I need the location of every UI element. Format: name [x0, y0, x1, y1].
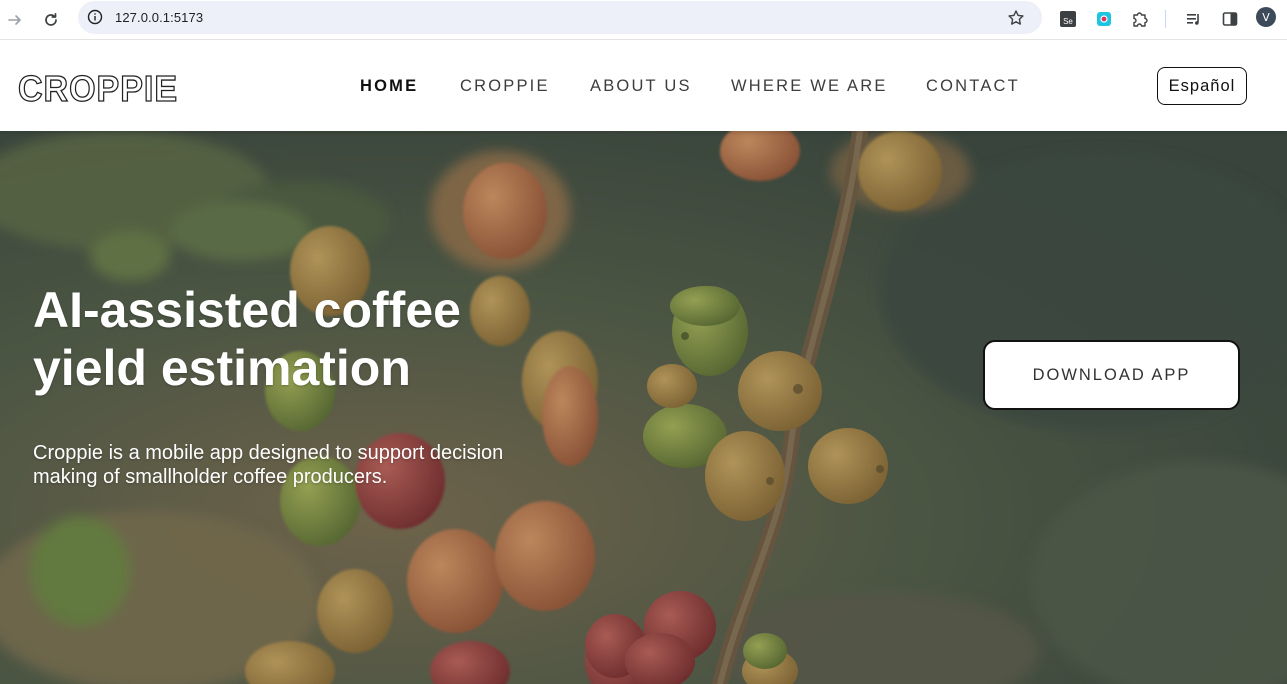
- nav-item-contact[interactable]: CONTACT: [926, 77, 1020, 96]
- hero-subtitle: Croppie is a mobile app designed to supp…: [33, 441, 553, 489]
- download-app-button[interactable]: DOWNLOAD APP: [983, 340, 1240, 410]
- info-icon[interactable]: [85, 7, 105, 27]
- toolbar-divider: [1165, 10, 1166, 28]
- main-nav: HOME CROPPIE ABOUT US WHERE WE ARE CONTA…: [0, 77, 1287, 99]
- browser-toolbar: 127.0.0.1:5173 Se V: [0, 0, 1287, 40]
- nav-item-home[interactable]: HOME: [360, 77, 418, 96]
- side-panel-icon[interactable]: [1218, 7, 1242, 31]
- selenium-extension-icon[interactable]: Se: [1056, 7, 1080, 31]
- hero-title: AI-assisted coffee yield estimation: [33, 281, 593, 397]
- puzzle-icon[interactable]: [1128, 7, 1152, 31]
- hero-title-line-2: yield estimation: [33, 340, 411, 396]
- hero-title-line-1: AI-assisted coffee: [33, 282, 461, 338]
- nav-item-where-we-are[interactable]: WHERE WE ARE: [731, 77, 888, 96]
- nav-item-croppie[interactable]: CROPPIE: [460, 77, 550, 96]
- language-button[interactable]: Español: [1157, 67, 1247, 105]
- record-extension-icon[interactable]: [1092, 7, 1116, 31]
- address-bar[interactable]: 127.0.0.1:5173: [78, 1, 1042, 34]
- hero-subtitle-line-2: making of smallholder coffee producers.: [33, 466, 388, 488]
- profile-avatar[interactable]: V: [1256, 7, 1276, 27]
- star-icon[interactable]: [1005, 7, 1027, 29]
- forward-arrow-icon[interactable]: [2, 7, 28, 33]
- media-control-icon[interactable]: [1182, 7, 1206, 31]
- hero-subtitle-line-1: Croppie is a mobile app designed to supp…: [33, 442, 504, 464]
- address-url[interactable]: 127.0.0.1:5173: [115, 10, 203, 25]
- site-header: CROPPIE HOME CROPPIE ABOUT US WHERE WE A…: [0, 41, 1287, 131]
- hero-section: AI-assisted coffee yield estimation Crop…: [0, 131, 1287, 684]
- selenium-extension-label: Se: [1063, 17, 1073, 26]
- reload-icon[interactable]: [38, 7, 64, 33]
- nav-item-about-us[interactable]: ABOUT US: [590, 77, 692, 96]
